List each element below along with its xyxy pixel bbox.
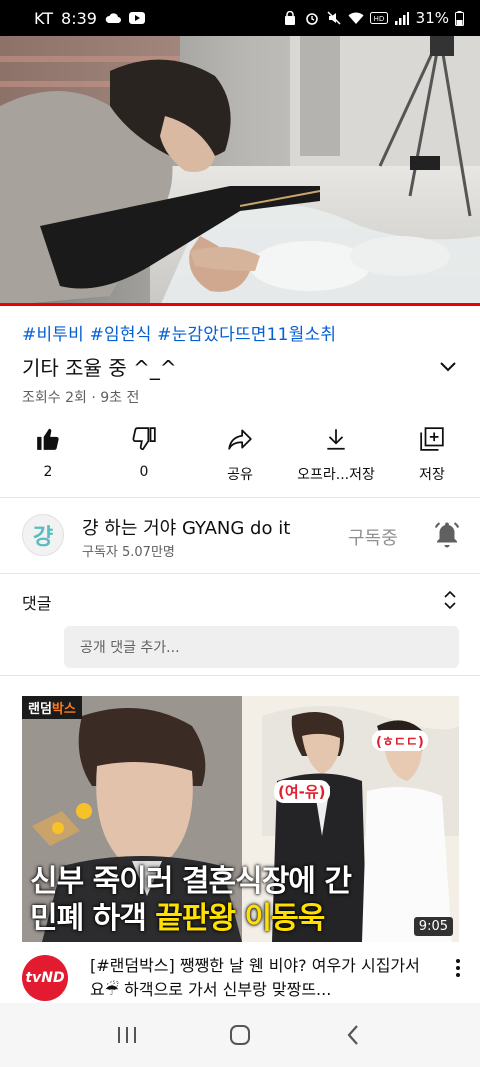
more-vert-icon[interactable] [454,958,462,978]
like-icon [35,426,61,452]
caption-2b: 끝판왕 이동욱 [155,901,325,936]
expand-collapse-icon[interactable] [442,589,458,611]
video-views: 조회수 2회 · 9초 전 [22,390,140,406]
save-icon [419,426,445,452]
channel-avatar[interactable]: 걍 [22,514,64,556]
mute-icon [326,11,342,25]
back-button[interactable] [333,1015,373,1055]
dislike-count: 0 [139,464,149,480]
carrier: KT [34,8,54,28]
battery-percent: 31% [415,9,449,27]
thumbnail-caption-2: 민폐 하객 끝판왕 이동욱 [30,893,325,937]
caption-2a: 민폐 하객 [30,901,156,936]
youtube-icon [128,11,145,25]
random-box-badge: 랜덤박스 [22,696,82,719]
clock: 8:39 [61,8,97,28]
like-count: 2 [43,464,53,480]
hd-icon: HD [369,11,388,25]
alarm-icon [304,11,320,25]
subscribed-button[interactable]: 구독중 [348,524,398,550]
badge-text-b: 박스 [51,702,76,717]
badge-text-a: 랜덤 [28,702,52,717]
sticker-right: (ㅎㄷㄷ) [372,730,428,751]
channel-row[interactable]: 걍 걍 하는 거야 GYANG do it 구독자 5.07만명 구독중 [0,498,480,574]
recents-button[interactable] [107,1015,147,1055]
bell-icon[interactable] [432,520,462,550]
wifi-icon [348,11,364,25]
recommended-title[interactable]: [#랜덤박스] 쨍쨍한 날 웬 비야? 여우가 시집가서요☔ 하객으로 가서 신… [90,954,430,1002]
back-icon [347,1025,359,1045]
system-nav-bar [0,1003,480,1067]
status-bar: KT 8:39 HD 31% [0,0,480,36]
home-icon [229,1025,250,1045]
video-frame [0,36,480,306]
share-label: 공유 [227,467,253,483]
video-title[interactable]: 기타 조율 중 ^_^ [22,352,177,381]
dislike-icon [131,426,157,452]
recents-icon [117,1027,136,1043]
home-button[interactable] [220,1015,260,1055]
dislike-button[interactable]: 0 [96,420,192,490]
svg-text:HD: HD [373,15,384,23]
share-icon [227,426,253,452]
video-player[interactable] [0,36,480,306]
like-button[interactable]: 2 [0,420,96,490]
chevron-down-icon[interactable] [438,356,458,376]
action-row: 2 0 공유 오프라...저장 저장 [0,420,480,490]
divider [0,675,480,676]
video-progress-bar[interactable] [0,303,480,306]
comments-title: 댓글 [22,594,52,613]
channel-name[interactable]: 걍 하는 거야 GYANG do it [82,514,290,540]
video-duration: 9:05 [413,917,453,936]
channel-subscribers: 구독자 5.07만명 [82,545,175,560]
comments-section[interactable]: 댓글 공개 댓글 추가... [0,575,480,675]
signal-icon [394,11,410,25]
tvnd-channel-avatar[interactable]: tvND [22,955,68,1001]
comment-input[interactable]: 공개 댓글 추가... [64,626,459,668]
share-button[interactable]: 공유 [192,420,288,490]
save-button[interactable]: 저장 [384,420,480,490]
download-button[interactable]: 오프라...저장 [288,420,384,490]
video-hashtags[interactable]: #비투비 #임현식 #눈감았다뜨면11월소취 [22,320,336,345]
download-label: 오프라...저장 [297,467,375,483]
battery-icon [455,10,464,26]
divider [0,573,480,574]
sticker-left: (여-유) [274,780,330,803]
recommended-thumbnail[interactable]: 랜덤박스 (여-유) (ㅎㄷㄷ) 신부 죽이러 결혼식장에 간 민폐 하객 끝판… [22,696,459,942]
cloud-icon [105,11,121,25]
save-label: 저장 [419,467,445,483]
download-icon [323,426,349,452]
lock-alarm-icon [282,11,298,25]
